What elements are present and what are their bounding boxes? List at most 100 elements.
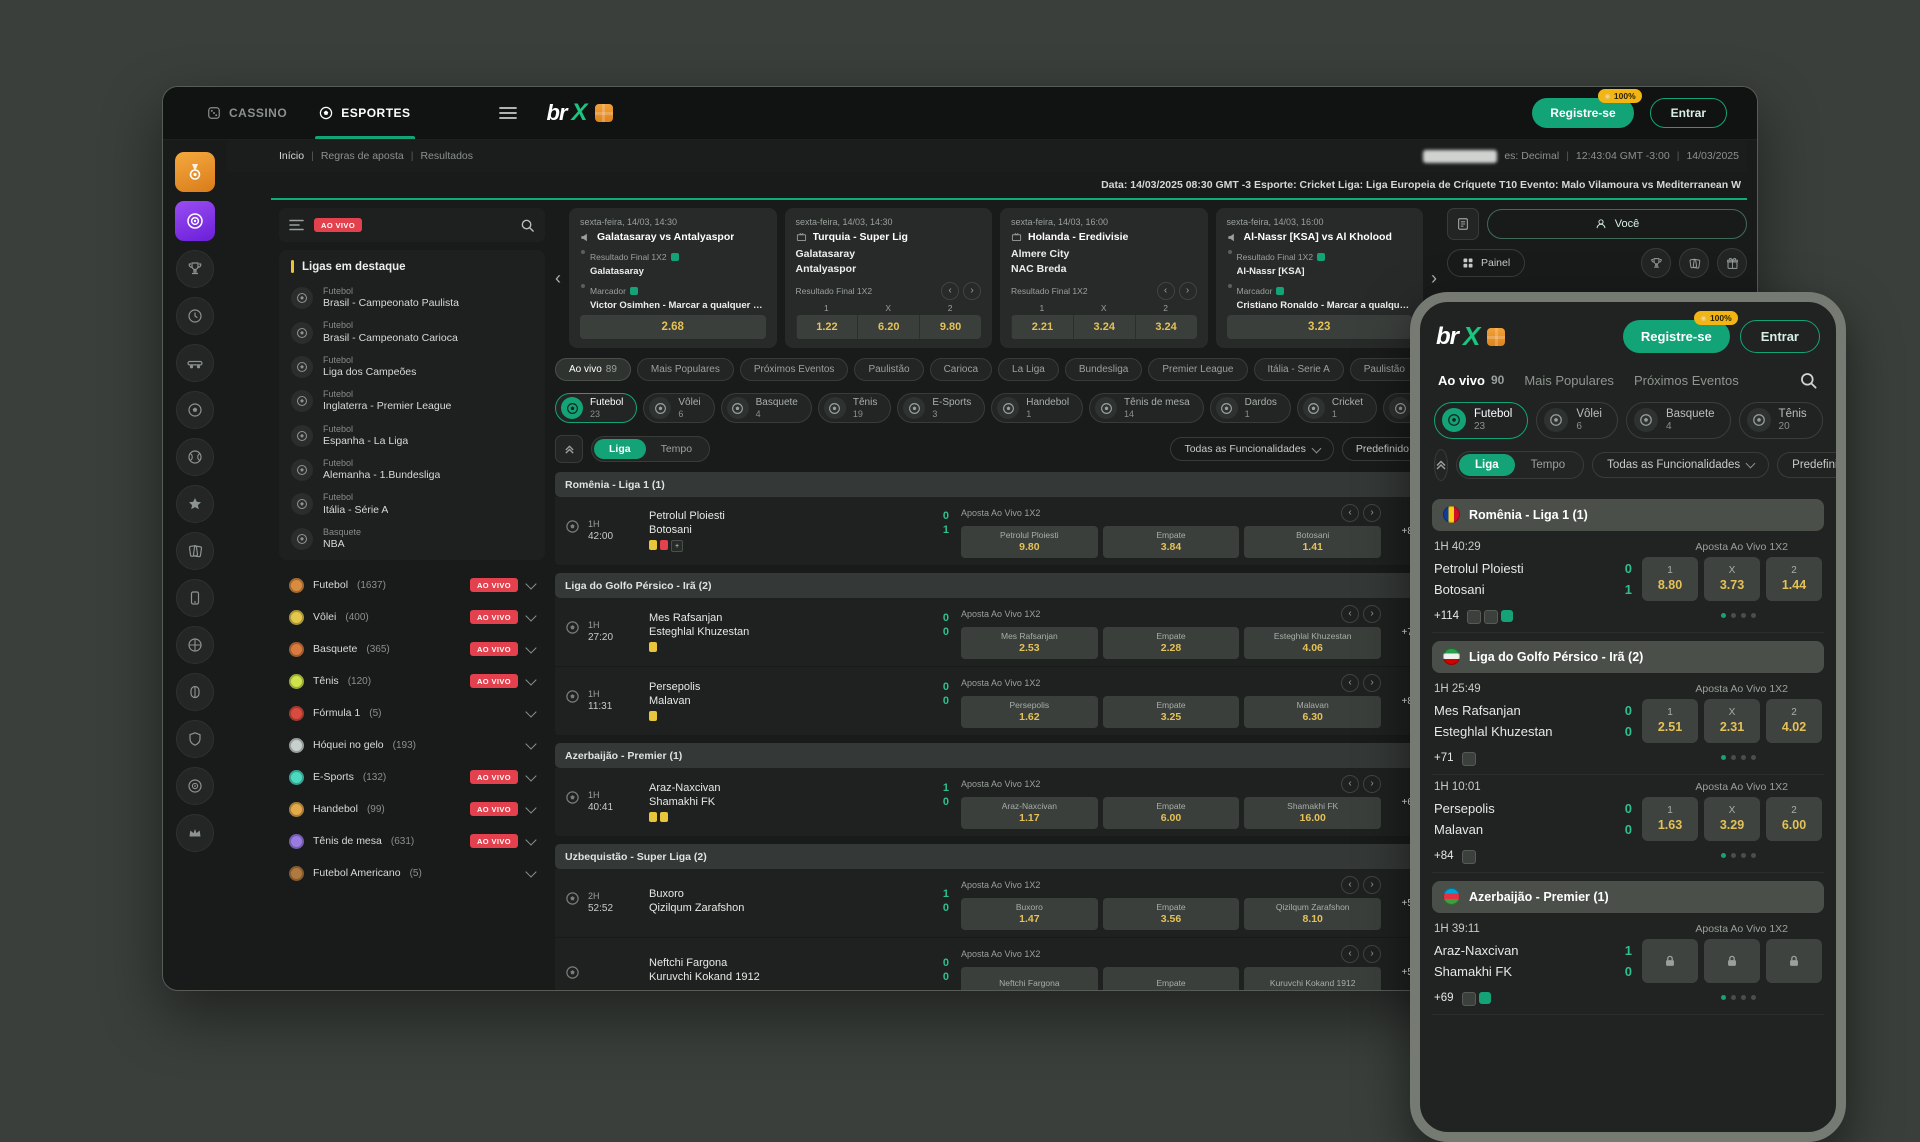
- odds-button[interactable]: Empate 2.28: [1103, 627, 1240, 659]
- match-row[interactable]: 1H 40:29 Aposta Ao Vivo 1X2 Petrolul Plo…: [1432, 535, 1824, 633]
- featured-card-galatasaray[interactable]: sexta-feira, 14/03, 14:30 Galatasaray vs…: [569, 208, 777, 348]
- rail-phone-icon[interactable]: [176, 579, 214, 617]
- next-market-icon[interactable]: ›: [1363, 945, 1381, 963]
- filter-chip[interactable]: Mais Populares: [637, 358, 734, 381]
- league-header[interactable]: Romênia - Liga 1 (1): [555, 472, 1437, 497]
- odds-button[interactable]: Botosani 1.41: [1244, 526, 1381, 558]
- pagination-dots[interactable]: [1721, 995, 1822, 1000]
- sport-tab[interactable]: Dardos 1: [1210, 393, 1291, 423]
- group-by-league-button[interactable]: Liga: [1459, 454, 1515, 476]
- next-market-icon[interactable]: ›: [1363, 674, 1381, 692]
- match-row[interactable]: 1H 10:01 Aposta Ao Vivo 1X2 Persepolis 0: [1432, 775, 1824, 873]
- league-header[interactable]: Azerbaijão - Premier (1): [1432, 881, 1824, 913]
- sport-tab[interactable]: Tênis 19: [818, 393, 891, 423]
- rail-racecar-icon[interactable]: [176, 344, 214, 382]
- odds-button[interactable]: Mes Rafsanjan 2.53: [961, 627, 1098, 659]
- odds-button[interactable]: 9.80: [919, 315, 981, 339]
- odds-button[interactable]: Neftchi Fargona: [961, 967, 1098, 990]
- next-market-icon[interactable]: ›: [1363, 876, 1381, 894]
- filter-chip[interactable]: Próximos Eventos: [740, 358, 849, 381]
- featured-league-item[interactable]: Futebol Espanha - La Liga: [279, 419, 545, 453]
- featured-card-al-nassr[interactable]: sexta-feira, 14/03, 16:00 Al-Nassr [KSA]…: [1216, 208, 1424, 348]
- event-ticker[interactable]: Data: 14/03/2025 08:30 GMT -3 Esporte: C…: [271, 172, 1747, 200]
- sport-tab[interactable]: Basquete 4: [1626, 402, 1731, 439]
- odds-button[interactable]: 3.23: [1227, 315, 1413, 339]
- sport-tab[interactable]: E-Sports 3: [897, 393, 985, 423]
- odds-button[interactable]: 1.22: [796, 315, 858, 339]
- league-header[interactable]: Romênia - Liga 1 (1): [1432, 499, 1824, 531]
- sidebar-sport-item[interactable]: Tênis de mesa (631) AO VIVO: [279, 826, 545, 856]
- mobile-tab[interactable]: Ao vivo 90: [1438, 373, 1504, 388]
- odds-button[interactable]: Shamakhi FK 16.00: [1244, 797, 1381, 829]
- group-by-time-button[interactable]: Tempo: [646, 439, 708, 459]
- odds-button[interactable]: 2 4.02: [1766, 699, 1822, 743]
- odds-button[interactable]: Persepolis 1.62: [961, 696, 1098, 728]
- pagination-dots[interactable]: [1721, 755, 1822, 760]
- odds-button[interactable]: X 2.31: [1704, 699, 1760, 743]
- odds-button[interactable]: Empate 3.84: [1103, 526, 1240, 558]
- match-row[interactable]: 1H 42:00 Petrolul Ploiesti: [555, 497, 1437, 566]
- featured-league-item[interactable]: Futebol Liga dos Campeões: [279, 350, 545, 384]
- odds-button[interactable]: 3.24: [1135, 315, 1197, 339]
- mobile-tab[interactable]: Mais Populares: [1524, 373, 1614, 388]
- rail-darts-icon[interactable]: [176, 767, 214, 805]
- odds-button[interactable]: Empate 6.00: [1103, 797, 1240, 829]
- odds-format-label[interactable]: es: Decimal: [1504, 150, 1559, 162]
- promo-medal-icon[interactable]: [175, 152, 215, 192]
- nav-cassino[interactable]: CASSINO: [193, 87, 301, 139]
- featured-league-item[interactable]: Futebol Brasil - Campeonato Carioca: [279, 315, 545, 349]
- sport-tab[interactable]: Cricket 1: [1297, 393, 1377, 423]
- filter-chip[interactable]: Paulistão: [854, 358, 923, 381]
- pagination-dots[interactable]: [1721, 853, 1822, 858]
- breadcrumb-inicio[interactable]: Início: [279, 150, 304, 162]
- featured-league-item[interactable]: Basquete NBA: [279, 522, 545, 556]
- odds-button[interactable]: Kuruvchi Kokand 1912: [1244, 967, 1381, 990]
- login-button[interactable]: Entrar: [1740, 320, 1820, 353]
- sidebar-sport-item[interactable]: Hóquei no gelo (193): [279, 730, 545, 760]
- gift-icon[interactable]: [1717, 248, 1747, 278]
- rail-tennis-icon[interactable]: [176, 438, 214, 476]
- prev-market-icon[interactable]: ‹: [1341, 605, 1359, 623]
- next-market-icon[interactable]: ›: [1363, 605, 1381, 623]
- sidebar-sport-item[interactable]: Handebol (99) AO VIVO: [279, 794, 545, 824]
- odds-button[interactable]: Empate: [1103, 967, 1240, 990]
- list-icon[interactable]: [289, 219, 304, 231]
- match-row[interactable]: 2H 52:52 Buxoro 1: [555, 869, 1437, 938]
- sidebar-sport-item[interactable]: Tênis (120) AO VIVO: [279, 666, 545, 696]
- prev-market-icon[interactable]: ‹: [941, 282, 959, 300]
- rail-star-icon[interactable]: [176, 485, 214, 523]
- group-by-league-button[interactable]: Liga: [594, 439, 646, 459]
- more-markets-count[interactable]: +84: [1434, 850, 1454, 862]
- league-header[interactable]: Uzbequistão - Super Liga (2): [555, 844, 1437, 869]
- sport-tab[interactable]: Vôlei 6: [1536, 402, 1618, 439]
- register-button[interactable]: Registre-se 100%: [1532, 98, 1633, 128]
- rail-basketball-icon[interactable]: [176, 626, 214, 664]
- pagination-dots[interactable]: [1721, 613, 1822, 618]
- filter-chip[interactable]: Bundesliga: [1065, 358, 1142, 381]
- prev-market-icon[interactable]: ‹: [1341, 674, 1359, 692]
- features-dropdown[interactable]: Todas as Funcionalidades: [1170, 437, 1333, 461]
- match-row[interactable]: 1H 39:11 Aposta Ao Vivo 1X2 Araz-Naxciva…: [1432, 917, 1824, 1015]
- next-market-icon[interactable]: ›: [963, 282, 981, 300]
- rail-cards-icon[interactable]: [176, 532, 214, 570]
- cards-icon[interactable]: [1679, 248, 1709, 278]
- odds-button[interactable]: Araz-Naxcivan 1.17: [961, 797, 1098, 829]
- features-dropdown[interactable]: Todas as Funcionalidades: [1592, 452, 1769, 478]
- sport-tab[interactable]: Handebol 1: [991, 393, 1083, 423]
- odds-button[interactable]: 2.21: [1011, 315, 1073, 339]
- sidebar-sport-item[interactable]: Vôlei (400) AO VIVO: [279, 602, 545, 632]
- filter-chip[interactable]: Premier League: [1148, 358, 1247, 381]
- featured-league-item[interactable]: Futebol Alemanha - 1.Bundesliga: [279, 453, 545, 487]
- account-menu-button[interactable]: Você: [1487, 209, 1747, 239]
- odds-button[interactable]: Empate 3.56: [1103, 898, 1240, 930]
- filter-chip[interactable]: Ao vivo 89: [555, 358, 631, 381]
- prev-market-icon[interactable]: ‹: [1341, 945, 1359, 963]
- sport-tab[interactable]: Futebol 23: [1434, 402, 1528, 439]
- odds-button[interactable]: 2.68: [580, 315, 766, 339]
- more-markets-count[interactable]: +114: [1434, 610, 1459, 622]
- filter-chip[interactable]: Paulistão: [1350, 358, 1419, 381]
- odds-button[interactable]: X 3.73: [1704, 557, 1760, 601]
- prev-market-icon[interactable]: ‹: [1341, 876, 1359, 894]
- nav-esportes[interactable]: ESPORTES: [305, 87, 424, 139]
- match-row[interactable]: 1H 40:41 Araz-Naxcivan 1: [555, 768, 1437, 837]
